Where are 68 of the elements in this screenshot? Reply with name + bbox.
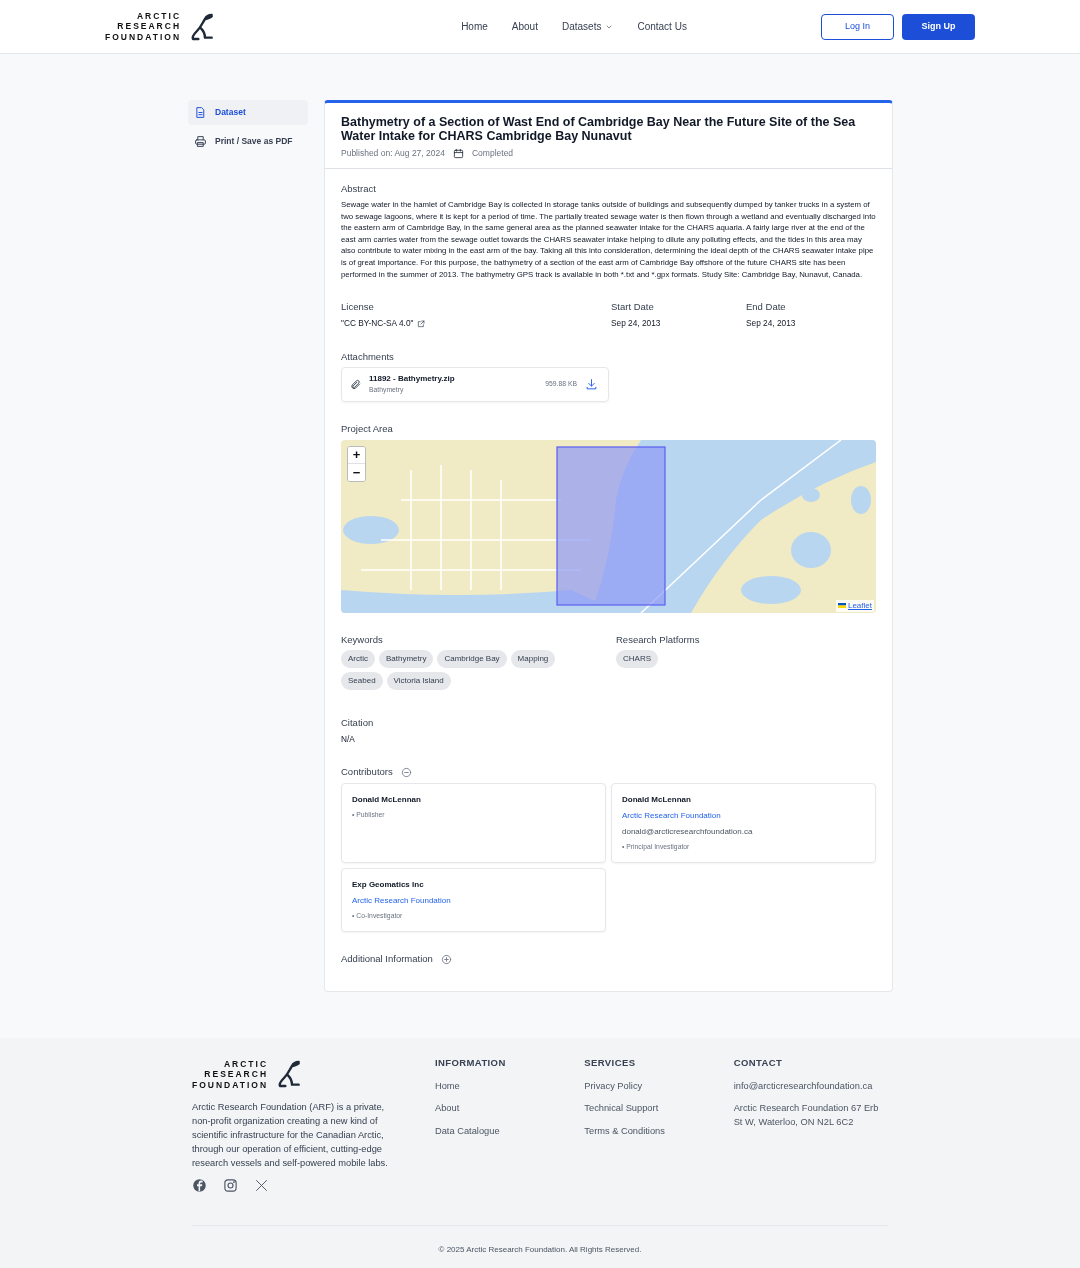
file-name: 11892 - Bathymetry.zip bbox=[369, 373, 456, 386]
external-link-icon bbox=[417, 319, 426, 328]
download-icon[interactable] bbox=[585, 377, 598, 391]
contributor-name: Donald McLennan bbox=[352, 793, 422, 806]
printer-icon bbox=[194, 135, 207, 148]
footer-link[interactable]: Privacy Policy bbox=[584, 1079, 734, 1094]
section-label: Research Platforms bbox=[616, 632, 701, 647]
nav-link[interactable]: About bbox=[511, 19, 538, 34]
section-label: Project Area bbox=[341, 422, 394, 437]
footer-heading: CONTACT bbox=[733, 1056, 784, 1071]
calendar-icon bbox=[453, 147, 464, 159]
facebook-icon[interactable] bbox=[192, 1178, 207, 1194]
copyright-text: © 2025 Arctic Research Foundation. All Rights Reserved. bbox=[192, 1225, 888, 1268]
document-icon bbox=[194, 106, 207, 119]
citation-value: N/A bbox=[341, 733, 356, 746]
nav-link[interactable]: Contact Us bbox=[637, 19, 687, 34]
organization-link[interactable]: Arctic Research Foundation bbox=[622, 809, 865, 822]
published-date: Published on: Aug 27, 2024 bbox=[341, 147, 445, 160]
keyword-tag[interactable]: Victoria Island bbox=[386, 671, 451, 690]
section-label: Abstract bbox=[341, 181, 377, 196]
section-label: Attachments bbox=[341, 349, 395, 364]
status-text: Completed bbox=[472, 147, 514, 160]
keyword-tag[interactable]: CHARS bbox=[616, 649, 658, 668]
footer-heading: INFORMATION bbox=[434, 1056, 507, 1071]
expand-icon[interactable] bbox=[440, 953, 452, 965]
collapse-icon[interactable] bbox=[400, 767, 412, 779]
section-label: Contributors bbox=[341, 765, 393, 780]
paperclip-icon bbox=[350, 378, 361, 390]
contributor-name: Donald McLennan bbox=[622, 793, 692, 806]
footer-link[interactable]: Data Catalogue bbox=[434, 1124, 585, 1139]
field-label: Start Date bbox=[611, 300, 655, 315]
nav-link[interactable]: Home bbox=[461, 19, 488, 34]
footer-link[interactable]: About bbox=[434, 1102, 585, 1116]
sidebar-item[interactable]: Print / Save as PDF bbox=[188, 129, 308, 154]
x-icon[interactable] bbox=[254, 1178, 269, 1194]
footer-logo[interactable]: ARCTIC RESEARCH FOUNDATION bbox=[192, 1056, 435, 1093]
nav-link[interactable]: Datasets bbox=[561, 19, 614, 34]
footer-heading: SERVICES bbox=[584, 1056, 637, 1071]
zoom-in-button[interactable]: + bbox=[348, 446, 365, 464]
section-label: Additional Information bbox=[341, 952, 433, 967]
footer-link[interactable]: Home bbox=[434, 1079, 585, 1094]
footer-link[interactable]: Arctic Research Foundation 67 Erb St W, Waterloo, ON N2L 6C2 bbox=[733, 1102, 888, 1130]
contributor-email: donald@arcticresearchfoundation.ca bbox=[622, 825, 754, 838]
keyword-tag[interactable]: Cambridge Bay bbox=[437, 649, 507, 668]
footer-link[interactable]: Technical Support bbox=[584, 1102, 734, 1116]
keyword-tag[interactable]: Mapping bbox=[510, 649, 556, 668]
contributor-name: Exp Geomatics Inc bbox=[352, 878, 425, 891]
site-logo[interactable]: ARCTIC RESEARCH FOUNDATION bbox=[105, 7, 218, 46]
keyword-tag[interactable]: Arctic bbox=[341, 649, 375, 668]
field-label: End Date bbox=[746, 300, 787, 315]
signup-button[interactable]: Sign Up bbox=[902, 13, 975, 40]
instagram-icon[interactable] bbox=[223, 1178, 238, 1194]
sidebar-item[interactable]: Dataset bbox=[188, 100, 308, 125]
section-label: Citation bbox=[341, 715, 375, 730]
organization-link[interactable]: Arctic Research Foundation bbox=[352, 894, 595, 907]
footer-link[interactable]: info@arcticresearchfoundation.ca bbox=[733, 1079, 888, 1094]
field-value: Sep 24, 2013 bbox=[611, 317, 661, 330]
keyword-tag[interactable]: Seabed bbox=[341, 671, 383, 690]
section-label: Keywords bbox=[341, 632, 384, 647]
footer-description: Arctic Research Foundation (ARF) is a private, non-profit organization creating a new kind of scientific infrastructure for the Canadian Arctic, through our operation of efficient, cutting-edge research vessels and self-powered mobile labs. bbox=[192, 1101, 389, 1171]
field-value: Sep 24, 2013 bbox=[746, 317, 796, 330]
field-label: License bbox=[341, 300, 375, 315]
keyword-tag[interactable]: Bathymetry bbox=[379, 649, 434, 668]
flag-icon bbox=[837, 603, 846, 609]
dataset-title: Bathymetry of a Section of Wast End of Cambridge Bay Near the Future Site of the Sea Water Intake for CHARS Cambridge Bay Nunavut bbox=[341, 115, 857, 143]
footer-link[interactable]: Terms & Conditions bbox=[584, 1124, 734, 1139]
login-button[interactable]: Log In bbox=[821, 13, 894, 40]
license-link[interactable]: "CC BY-NC-SA 4.0" bbox=[341, 317, 414, 330]
